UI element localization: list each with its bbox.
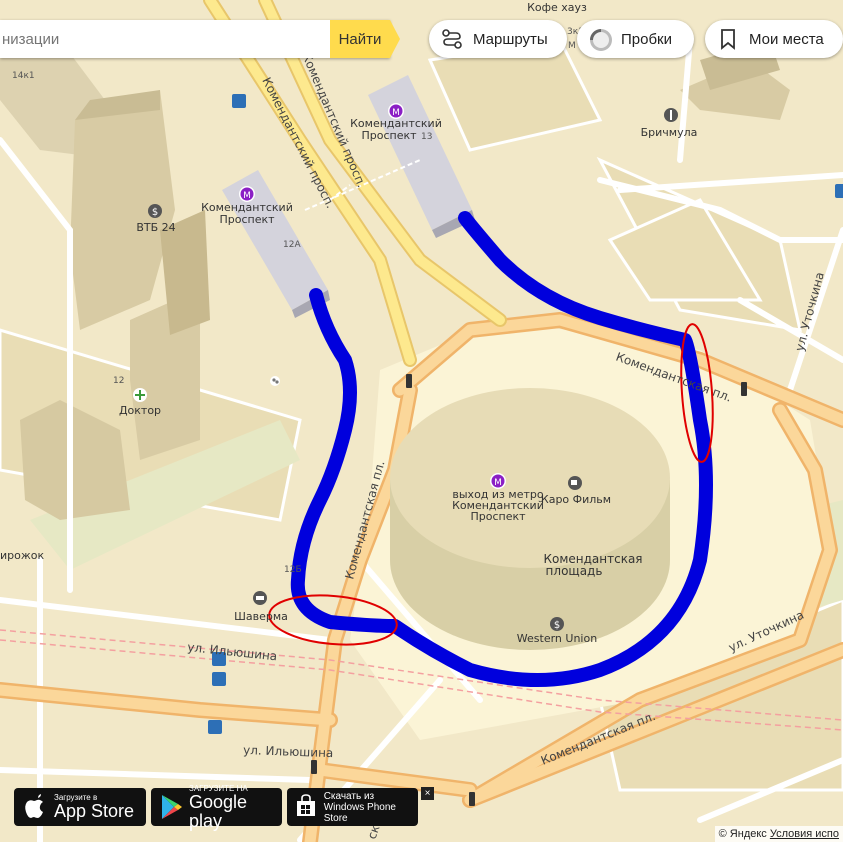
search-input[interactable]: [0, 20, 330, 58]
building-number: 12: [113, 376, 124, 386]
traffic-button[interactable]: Пробки: [577, 20, 694, 58]
fastfood-icon[interactable]: [253, 591, 267, 605]
traffic-label: Пробки: [621, 30, 672, 48]
google-play-big: Google play: [189, 791, 248, 831]
windows-store-icon: [295, 794, 318, 820]
bookmark-icon: [717, 28, 739, 50]
traffic-light-icon: [311, 760, 317, 774]
poi-label: Доктор: [119, 404, 161, 417]
bank-icon[interactable]: $: [148, 204, 162, 218]
bus-stop-icon[interactable]: [212, 672, 226, 686]
people-icon: [270, 376, 280, 386]
bus-stop-icon[interactable]: [232, 94, 246, 108]
traffic-light-icon: [741, 382, 747, 396]
area-label: площадь: [546, 564, 603, 578]
app-store-badge[interactable]: Загрузите в App Store: [14, 788, 146, 826]
poi-label: ирожок: [0, 549, 45, 562]
terms-link[interactable]: Условия испо: [770, 828, 839, 840]
traffic-light-icon: [469, 792, 475, 806]
google-play-icon: [159, 794, 183, 820]
my-places-button[interactable]: Мои места: [705, 20, 843, 58]
metro-icon[interactable]: M: [490, 473, 506, 489]
medical-icon[interactable]: [133, 388, 147, 402]
building-number: М: [568, 41, 576, 51]
google-play-badge[interactable]: ЗАГРУЗИТЕ НА Google play: [151, 784, 282, 830]
apple-icon: [22, 794, 48, 820]
poi-label: Кофе хауз: [527, 1, 587, 14]
windows-store-big: Windows Phone Store: [323, 801, 396, 824]
poi-label: Бричмула: [641, 126, 698, 139]
routes-button[interactable]: Маршруты: [429, 20, 567, 58]
building-number: 14к1: [12, 71, 35, 81]
close-badges-button[interactable]: ×: [421, 787, 434, 800]
poi-label: Каро Фильм: [541, 493, 611, 506]
windows-store-small: Скачать из: [323, 790, 375, 802]
metro-icon[interactable]: M: [239, 186, 255, 202]
metro-exit-label: Проспект: [470, 510, 526, 523]
bank-icon[interactable]: $: [550, 617, 564, 631]
bus-stop-icon[interactable]: [208, 720, 222, 734]
building-number: 12А: [283, 240, 301, 250]
building-number: 12Б: [284, 565, 302, 575]
poi-label: ВТБ 24: [136, 221, 175, 234]
cinema-icon[interactable]: [568, 476, 582, 490]
building-number: 13: [421, 132, 432, 142]
copyright-text: © Яндекс: [718, 828, 767, 840]
app-store-big: App Store: [54, 801, 135, 821]
svg-text:M: M: [243, 191, 251, 201]
svg-text:M: M: [494, 478, 502, 488]
svg-text:$: $: [554, 620, 560, 631]
windows-store-badge[interactable]: Скачать из Windows Phone Store: [287, 788, 418, 826]
poi-label: Шаверма: [234, 610, 288, 623]
map-canvas[interactable]: M M M $ $ Комендантский Проспект 12А Ком…: [0, 0, 843, 842]
route-icon: [441, 28, 463, 50]
bus-stop-icon[interactable]: [835, 184, 843, 198]
metro-label: Проспект: [219, 213, 275, 226]
traffic-light-icon: [406, 374, 412, 388]
svg-text:$: $: [152, 207, 158, 218]
search-bar: Найти: [0, 20, 400, 58]
traffic-icon: [589, 28, 612, 51]
map-footer: © Яндекс Условия испо: [714, 826, 843, 842]
find-button[interactable]: Найти: [330, 20, 400, 58]
poi-label: Western Union: [517, 632, 597, 645]
metro-label: Проспект: [361, 129, 417, 142]
my-places-label: Мои места: [749, 30, 824, 48]
routes-label: Маршруты: [473, 30, 548, 48]
restaurant-icon[interactable]: [664, 108, 678, 122]
